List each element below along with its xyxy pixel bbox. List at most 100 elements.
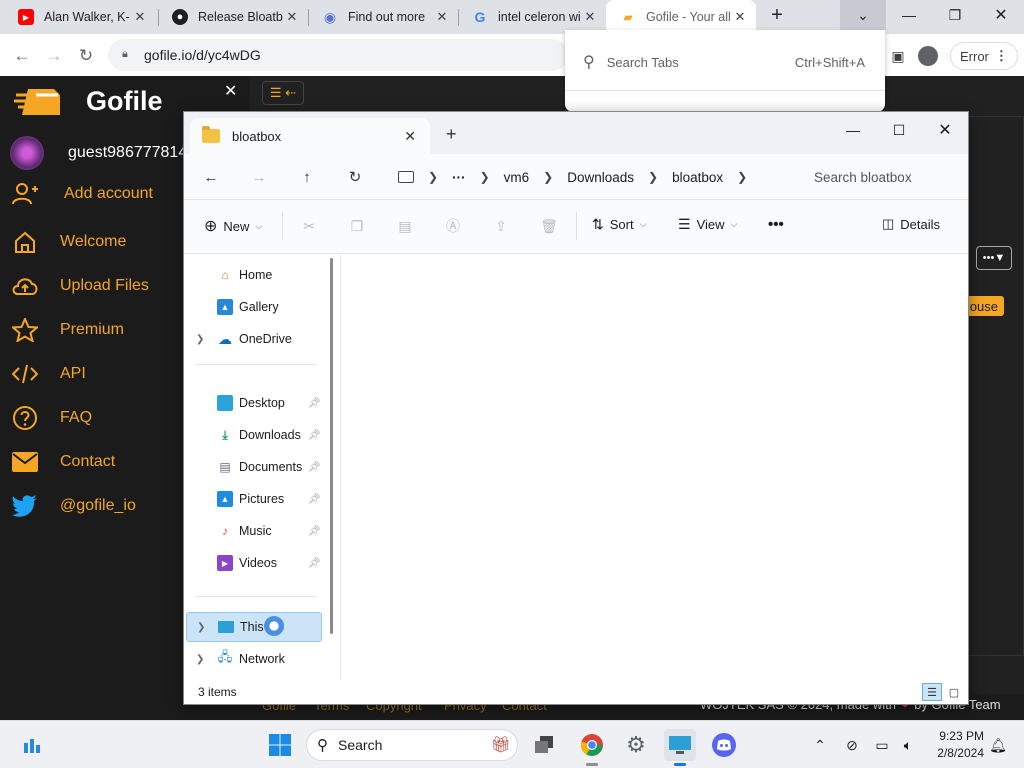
tiles-view-button[interactable]: ▢ bbox=[944, 683, 964, 701]
chrome-taskbar-icon[interactable] bbox=[576, 729, 608, 761]
close-tab-icon[interactable]: ✕ bbox=[732, 9, 748, 25]
menu-premium[interactable]: Premium bbox=[10, 316, 124, 344]
nav-item-desktop[interactable]: Desktop 📌︎ bbox=[184, 388, 324, 418]
new-tab-button[interactable]: + bbox=[760, 0, 794, 30]
pin-icon[interactable]: 📌︎ bbox=[308, 430, 321, 441]
sort-button[interactable]: ⇅ Sort ⌵ bbox=[592, 216, 646, 233]
minimize-button[interactable]: — bbox=[886, 0, 932, 30]
nav-item-documents[interactable]: ▤ Documents 📌︎ bbox=[184, 452, 324, 482]
more-options-button[interactable]: •••▼ bbox=[976, 246, 1012, 270]
close-tab-icon[interactable]: ✕ bbox=[132, 9, 148, 25]
menu-api[interactable]: API bbox=[10, 360, 86, 388]
volume-icon[interactable]: 🔈︎ bbox=[898, 735, 918, 755]
settings-taskbar-icon[interactable]: ⚙ bbox=[620, 729, 652, 761]
nav-item-network[interactable]: ❯ 🖧︎ Network bbox=[184, 644, 324, 674]
maximize-button[interactable]: ❐ bbox=[932, 0, 978, 30]
user-profile[interactable]: guest986777814 bbox=[10, 136, 187, 170]
share-icon[interactable]: ⇪ bbox=[492, 217, 510, 235]
rename-icon[interactable]: Ⓐ bbox=[444, 217, 462, 235]
chevron-right-icon[interactable]: ❯ bbox=[196, 334, 204, 345]
menu-faq[interactable]: FAQ bbox=[10, 404, 92, 432]
browser-tab[interactable]: ● Release Bloatb ✕ bbox=[158, 0, 308, 34]
nav-item-this-pc[interactable]: ❯ This PC bbox=[186, 612, 322, 642]
paste-icon[interactable]: ▤ bbox=[396, 217, 414, 235]
nav-item-onedrive[interactable]: ❯ ☁ OneDrive bbox=[184, 324, 324, 354]
close-tab-icon[interactable]: ✕ bbox=[434, 9, 450, 25]
orange-action-button[interactable]: ouse bbox=[962, 296, 1004, 316]
widgets-icon[interactable] bbox=[16, 729, 48, 761]
menu-twitter[interactable]: @gofile_io bbox=[10, 492, 136, 520]
menu-welcome[interactable]: Welcome bbox=[10, 228, 126, 256]
close-tab-icon[interactable]: ✕ bbox=[404, 128, 416, 145]
details-view-button[interactable]: ☰ bbox=[922, 683, 942, 701]
menu-contact[interactable]: Contact bbox=[10, 448, 115, 476]
close-tab-icon[interactable]: ✕ bbox=[582, 9, 598, 25]
show-hidden-icons-icon[interactable]: ⌃ bbox=[810, 735, 830, 755]
explorer-tab[interactable]: bloatbox ✕ bbox=[190, 118, 430, 154]
pin-icon[interactable]: 📌︎ bbox=[308, 398, 321, 409]
nav-item-downloads[interactable]: ⤓ Downloads 📌︎ bbox=[184, 420, 324, 450]
start-button[interactable] bbox=[264, 729, 296, 761]
taskbar-search[interactable]: ⚲ Search 🎁︎ bbox=[306, 729, 518, 761]
file-explorer-taskbar-icon[interactable] bbox=[664, 729, 696, 761]
nav-item-gallery[interactable]: ▲ Gallery bbox=[184, 292, 324, 322]
address-bar[interactable]: 🔒︎ gofile.io/d/yc4wDG bbox=[108, 39, 568, 71]
tab-search-button[interactable]: ⌄ bbox=[840, 0, 886, 30]
pin-icon[interactable]: 📌︎ bbox=[308, 462, 321, 473]
close-window-button[interactable]: ✕ bbox=[978, 0, 1024, 30]
pin-icon[interactable]: 📌︎ bbox=[308, 494, 321, 505]
menu-add-account[interactable]: Add account bbox=[10, 180, 153, 208]
search-input[interactable]: Search bloatbox bbox=[798, 162, 968, 192]
profile-icon[interactable] bbox=[914, 42, 942, 70]
menu-upload-files[interactable]: Upload Files bbox=[10, 272, 149, 300]
discord-taskbar-icon[interactable] bbox=[708, 729, 740, 761]
reload-button[interactable]: ↻ bbox=[72, 42, 100, 70]
notifications-bell-icon[interactable]: 🔔︎ bbox=[988, 735, 1008, 755]
chevron-right-icon[interactable]: ❯ bbox=[196, 654, 204, 665]
minimize-button[interactable]: — bbox=[830, 116, 876, 144]
ellipsis-icon[interactable]: ··· bbox=[452, 170, 466, 185]
breadcrumb-item[interactable]: vm6 bbox=[504, 170, 530, 185]
browser-tab[interactable]: G intel celeron wi ✕ bbox=[458, 0, 606, 34]
maximize-button[interactable]: ☐ bbox=[876, 116, 922, 144]
nav-item-music[interactable]: ♪ Music 📌︎ bbox=[184, 516, 324, 546]
network-status-icon[interactable]: ⊘ bbox=[842, 735, 862, 755]
nav-item-pictures[interactable]: ▲ Pictures 📌︎ bbox=[184, 484, 324, 514]
nav-item-home[interactable]: ⌂ Home bbox=[184, 260, 324, 290]
breadcrumb-item[interactable]: bloatbox bbox=[672, 170, 723, 185]
new-button[interactable]: ⊕ New ⌵ bbox=[204, 216, 262, 236]
view-button[interactable]: ☰ View ⌵ bbox=[678, 216, 737, 233]
task-view-icon[interactable] bbox=[528, 729, 560, 761]
up-button[interactable]: ↑ bbox=[294, 166, 320, 188]
cut-icon[interactable]: ✂ bbox=[300, 217, 318, 235]
forward-button[interactable]: → bbox=[246, 166, 272, 188]
toggle-sidebar-button[interactable]: ☰ ⇠ bbox=[262, 81, 304, 105]
forward-button[interactable]: → bbox=[40, 42, 68, 70]
chevron-right-icon[interactable]: ❯ bbox=[197, 622, 205, 633]
clock[interactable]: 9:23 PM 2/8/2024 bbox=[924, 728, 984, 762]
nav-item-videos[interactable]: ▶ Videos 📌︎ bbox=[184, 548, 324, 578]
refresh-button[interactable]: ↻ bbox=[342, 166, 368, 188]
browser-tab-active[interactable]: ▰ Gofile - Your all ✕ bbox=[606, 0, 756, 34]
display-icon[interactable]: ▭ bbox=[872, 735, 892, 755]
tab-search-input[interactable]: Search Tabs bbox=[607, 55, 679, 70]
more-options-icon[interactable]: ••• bbox=[768, 216, 784, 233]
copy-icon[interactable]: ❐ bbox=[348, 217, 366, 235]
side-panel-icon[interactable]: ▣ bbox=[884, 42, 912, 70]
navigation-pane-scrollbar[interactable] bbox=[330, 258, 333, 634]
delete-icon[interactable]: 🗑︎ bbox=[540, 217, 558, 235]
close-sidebar-icon[interactable]: ✕ bbox=[224, 81, 237, 101]
back-button[interactable]: ← bbox=[198, 166, 224, 188]
profile-error-button[interactable]: Error ⋮ bbox=[950, 42, 1018, 70]
pin-icon[interactable]: 📌︎ bbox=[308, 526, 321, 537]
close-tab-icon[interactable]: ✕ bbox=[284, 9, 300, 25]
pin-icon[interactable]: 📌︎ bbox=[308, 558, 321, 569]
close-window-button[interactable]: ✕ bbox=[922, 116, 968, 144]
breadcrumb-item[interactable]: Downloads bbox=[567, 170, 634, 185]
details-button[interactable]: ◫ Details bbox=[882, 216, 940, 232]
breadcrumb[interactable]: ❯ ··· ❯ vm6 ❯ Downloads ❯ bloatbox ❯ bbox=[396, 162, 782, 192]
browser-tab[interactable]: ▶ Alan Walker, K- ✕ bbox=[4, 0, 156, 34]
file-list-area[interactable] bbox=[340, 254, 968, 680]
new-tab-button[interactable]: + bbox=[446, 124, 457, 145]
back-button[interactable]: ← bbox=[8, 42, 36, 70]
